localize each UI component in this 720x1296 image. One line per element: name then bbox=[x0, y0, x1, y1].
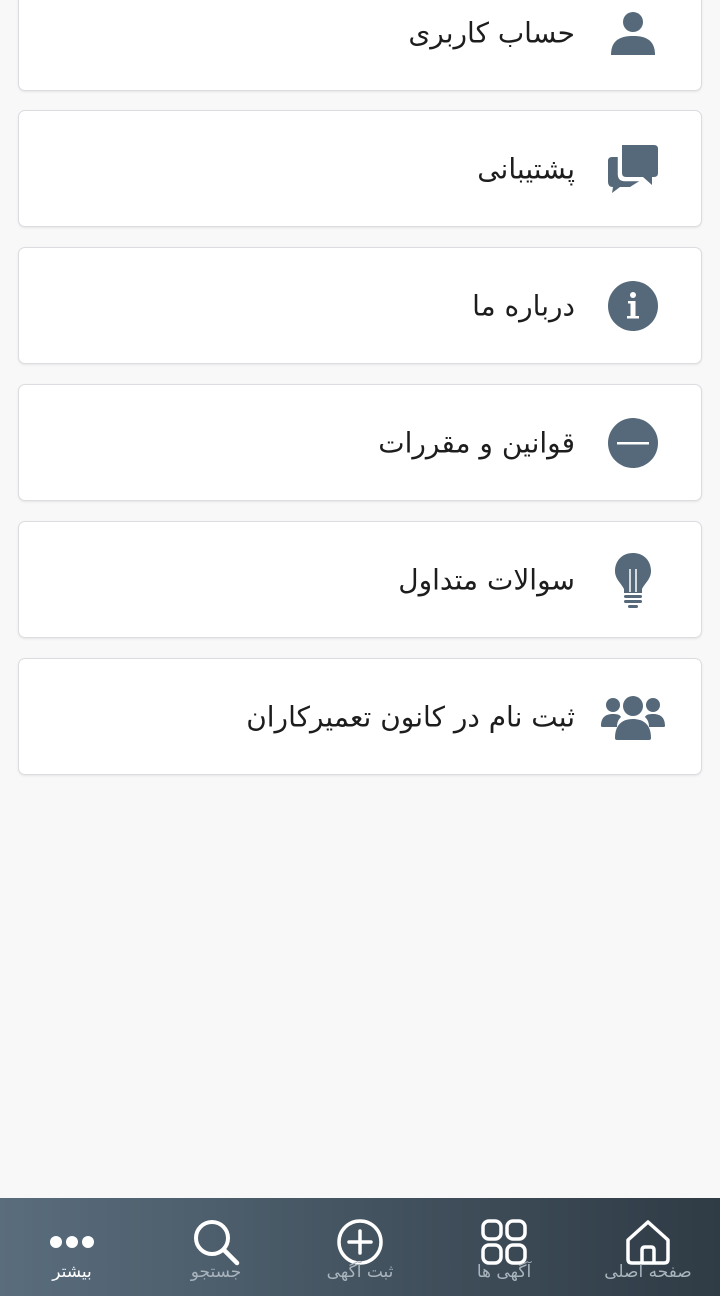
menu-item-terms-and-rules[interactable]: قوانین و مقررات bbox=[18, 384, 702, 501]
menu-item-label: حساب کاربری bbox=[408, 16, 575, 49]
menu-item-repairmen-registration[interactable]: ثبت نام در کانون تعمیرکاران bbox=[18, 658, 702, 775]
nav-label: صفحه اصلی bbox=[604, 1262, 692, 1282]
nav-item-more[interactable]: بیشتر bbox=[0, 1198, 144, 1296]
nav-label: بیشتر bbox=[52, 1262, 92, 1282]
menu-item-user-account[interactable]: حساب کاربری bbox=[18, 0, 702, 91]
nav-label: ثبت آگهی bbox=[326, 1262, 394, 1282]
user-icon bbox=[599, 0, 667, 67]
menu-item-faq[interactable]: سوالات متداول bbox=[18, 521, 702, 638]
lightbulb-icon bbox=[599, 546, 667, 614]
add-circle-icon bbox=[336, 1218, 384, 1266]
nav-item-post-ad[interactable]: ثبت آگهی bbox=[288, 1198, 432, 1296]
menu-item-label: پشتیبانی bbox=[477, 152, 575, 185]
nav-label: آگهی ها bbox=[476, 1262, 532, 1282]
more-dots-icon bbox=[48, 1218, 96, 1266]
menu-item-about-us[interactable]: درباره ما bbox=[18, 247, 702, 364]
nav-item-search[interactable]: جستجو bbox=[144, 1198, 288, 1296]
minus-circle-icon bbox=[599, 409, 667, 477]
grid-icon bbox=[480, 1218, 528, 1266]
menu-item-label: ثبت نام در کانون تعمیرکاران bbox=[246, 700, 575, 733]
menu-item-label: درباره ما bbox=[472, 289, 575, 322]
menu-item-label: قوانین و مقررات bbox=[378, 426, 575, 459]
bottom-navigation-bar: بیشتر جستجو ثبت آگهی آگهی ها صفحه اصلی bbox=[0, 1198, 720, 1296]
users-group-icon bbox=[597, 683, 669, 751]
menu-item-label: سوالات متداول bbox=[398, 563, 575, 596]
search-icon bbox=[192, 1218, 240, 1266]
nav-item-home[interactable]: صفحه اصلی bbox=[576, 1198, 720, 1296]
home-icon bbox=[624, 1218, 672, 1266]
nav-item-ads[interactable]: آگهی ها bbox=[432, 1198, 576, 1296]
menu-item-support[interactable]: پشتیبانی bbox=[18, 110, 702, 227]
info-icon bbox=[599, 272, 667, 340]
nav-label: جستجو bbox=[190, 1262, 242, 1282]
chat-bubbles-icon bbox=[599, 135, 667, 203]
